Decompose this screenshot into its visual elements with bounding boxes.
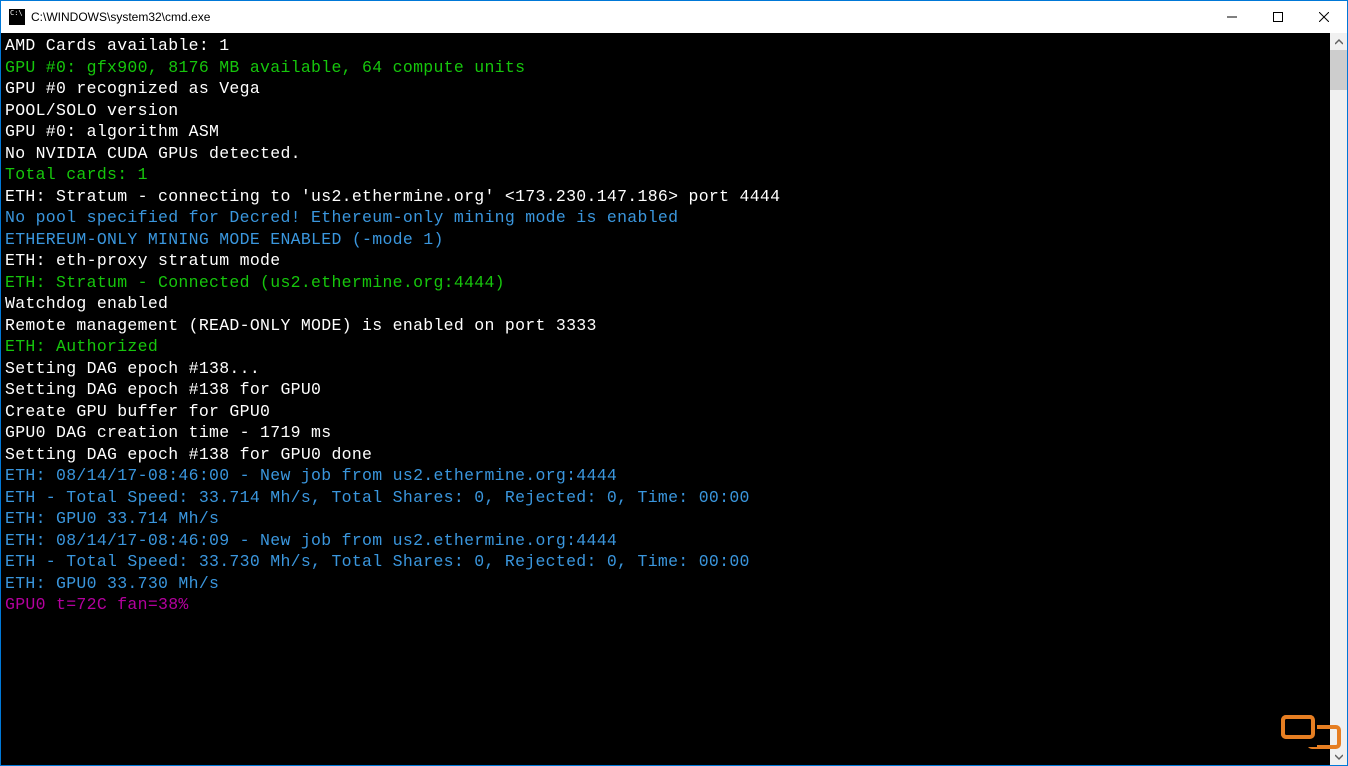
terminal-line: No NVIDIA CUDA GPUs detected.: [5, 143, 1325, 165]
chevron-down-icon: [1335, 753, 1343, 761]
terminal-line: Setting DAG epoch #138 for GPU0: [5, 379, 1325, 401]
maximize-icon: [1273, 12, 1283, 22]
terminal-area: AMD Cards available: 1GPU #0: gfx900, 81…: [1, 33, 1347, 765]
terminal-line: GPU #0 recognized as Vega: [5, 78, 1325, 100]
close-icon: [1319, 12, 1329, 22]
terminal-line: Total cards: 1: [5, 164, 1325, 186]
terminal-line: Watchdog enabled: [5, 293, 1325, 315]
scroll-thumb[interactable]: [1330, 50, 1347, 90]
terminal-line: ETH: Stratum - Connected (us2.ethermine.…: [5, 272, 1325, 294]
terminal-line: ETH: Stratum - connecting to 'us2.etherm…: [5, 186, 1325, 208]
terminal-line: GPU #0: gfx900, 8176 MB available, 64 co…: [5, 57, 1325, 79]
terminal-line: Create GPU buffer for GPU0: [5, 401, 1325, 423]
terminal-line: Setting DAG epoch #138 for GPU0 done: [5, 444, 1325, 466]
terminal-line: ETH: Authorized: [5, 336, 1325, 358]
terminal-line: ETH: 08/14/17-08:46:00 - New job from us…: [5, 465, 1325, 487]
chevron-up-icon: [1335, 38, 1343, 46]
cmd-window: C:\WINDOWS\system32\cmd.exe AMD Cards av…: [0, 0, 1348, 766]
terminal-line: Setting DAG epoch #138...: [5, 358, 1325, 380]
terminal-line: GPU0 t=72C fan=38%: [5, 594, 1325, 616]
terminal-line: No pool specified for Decred! Ethereum-o…: [5, 207, 1325, 229]
terminal-line: ETH - Total Speed: 33.714 Mh/s, Total Sh…: [5, 487, 1325, 509]
window-title: C:\WINDOWS\system32\cmd.exe: [31, 10, 210, 24]
minimize-button[interactable]: [1209, 1, 1255, 33]
close-button[interactable]: [1301, 1, 1347, 33]
terminal-line: GPU0 DAG creation time - 1719 ms: [5, 422, 1325, 444]
terminal-line: GPU #0: algorithm ASM: [5, 121, 1325, 143]
cmd-icon: [9, 9, 25, 25]
terminal-line: ETH: GPU0 33.714 Mh/s: [5, 508, 1325, 530]
scroll-track[interactable]: [1330, 50, 1347, 748]
titlebar[interactable]: C:\WINDOWS\system32\cmd.exe: [1, 1, 1347, 33]
terminal-line: AMD Cards available: 1: [5, 35, 1325, 57]
terminal-line: ETH: GPU0 33.730 Mh/s: [5, 573, 1325, 595]
terminal-line: Remote management (READ-ONLY MODE) is en…: [5, 315, 1325, 337]
vertical-scrollbar[interactable]: [1330, 33, 1347, 765]
terminal-line: ETH: eth-proxy stratum mode: [5, 250, 1325, 272]
terminal-line: POOL/SOLO version: [5, 100, 1325, 122]
terminal-line: ETH - Total Speed: 33.730 Mh/s, Total Sh…: [5, 551, 1325, 573]
scroll-up-button[interactable]: [1330, 33, 1347, 50]
scroll-down-button[interactable]: [1330, 748, 1347, 765]
terminal-line: ETHEREUM-ONLY MINING MODE ENABLED (-mode…: [5, 229, 1325, 251]
maximize-button[interactable]: [1255, 1, 1301, 33]
terminal-line: ETH: 08/14/17-08:46:09 - New job from us…: [5, 530, 1325, 552]
minimize-icon: [1227, 12, 1237, 22]
terminal-output[interactable]: AMD Cards available: 1GPU #0: gfx900, 81…: [1, 33, 1329, 765]
